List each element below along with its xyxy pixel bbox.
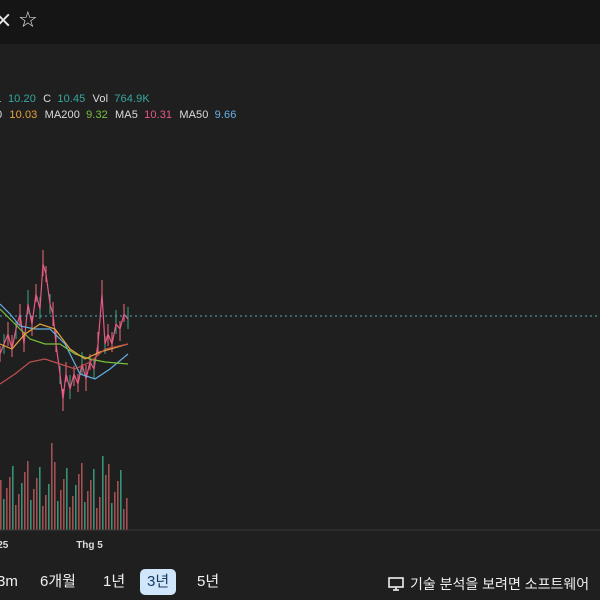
volume-bar [42, 506, 44, 530]
volume-bar [105, 475, 107, 530]
volume-bar [63, 479, 65, 530]
volume-bar [24, 472, 26, 530]
volume-bar [39, 467, 41, 530]
volume-bar [36, 478, 38, 530]
volume-bar [18, 494, 20, 530]
volume-bar [75, 485, 77, 530]
volume-bar [96, 508, 98, 530]
volume-bar [90, 480, 92, 530]
volume-bar [30, 500, 32, 530]
volume-bar [0, 480, 2, 530]
volume-bar [99, 497, 101, 530]
volume-bar [45, 495, 47, 530]
volume-bar [126, 498, 128, 530]
volume-bar [12, 466, 14, 530]
volume-bar [87, 491, 89, 530]
volume-bar [6, 488, 8, 530]
range-3y-button[interactable]: 3년 [140, 569, 177, 595]
x-axis-labels: 25 Thg 5 [0, 540, 103, 551]
price-line [0, 263, 129, 400]
volume-bar [117, 481, 119, 530]
close-icon[interactable]: × [0, 8, 12, 33]
technical-analysis-link[interactable]: 기술 분석을 보려면 소프트웨어 [388, 574, 589, 594]
range-5y-button[interactable]: 5년 [190, 569, 226, 595]
volume-bar [57, 501, 59, 530]
volume-bar [48, 484, 50, 530]
volume-bar [72, 496, 74, 530]
volume-bar [15, 505, 17, 530]
volume-bar [21, 483, 23, 530]
range-1y-button[interactable]: 1년 [96, 569, 132, 595]
volume-bar [3, 499, 5, 530]
volume-bar [33, 489, 35, 530]
volume-bar [69, 507, 71, 530]
volume-bar [123, 509, 125, 530]
volume-bar [9, 477, 11, 530]
volume-bar [51, 443, 53, 530]
price-chart[interactable]: 25 Thg 5 [0, 44, 600, 560]
star-icon[interactable]: ☆ [18, 8, 38, 33]
volume-bar [93, 469, 95, 530]
range-3m-button[interactable]: 3m [0, 569, 25, 595]
volume-bar [66, 468, 68, 530]
monitor-icon [388, 577, 404, 591]
chart-area[interactable]: L 10.20 C 10.45 Vol 764.9K 0 10.03 MA200… [0, 44, 600, 560]
volume-bar [54, 462, 56, 530]
volume-bar [78, 474, 80, 530]
ma-orange-line [0, 323, 129, 360]
bottom-bar: 3m 6개월 1년 3년 5년 기술 분석을 보려면 소프트웨어 [0, 560, 600, 600]
volume-bar [27, 461, 29, 530]
volume-bar [84, 502, 86, 530]
volume-bar [108, 464, 110, 530]
x-axis-label: Thg 5 [76, 540, 103, 551]
volume-bar [60, 490, 62, 530]
price-layer [0, 250, 129, 411]
volume-layer [0, 443, 128, 530]
range-6m-button[interactable]: 6개월 [33, 569, 83, 595]
volume-bar [114, 492, 116, 530]
volume-bar [111, 503, 113, 530]
technical-analysis-text: 기술 분석을 보려면 소프트웨어 [410, 576, 590, 592]
volume-bar [102, 456, 104, 530]
volume-bar [81, 463, 83, 530]
top-bar: × ☆ [0, 0, 600, 44]
x-axis-label: 25 [0, 540, 9, 551]
volume-bar [120, 470, 122, 530]
